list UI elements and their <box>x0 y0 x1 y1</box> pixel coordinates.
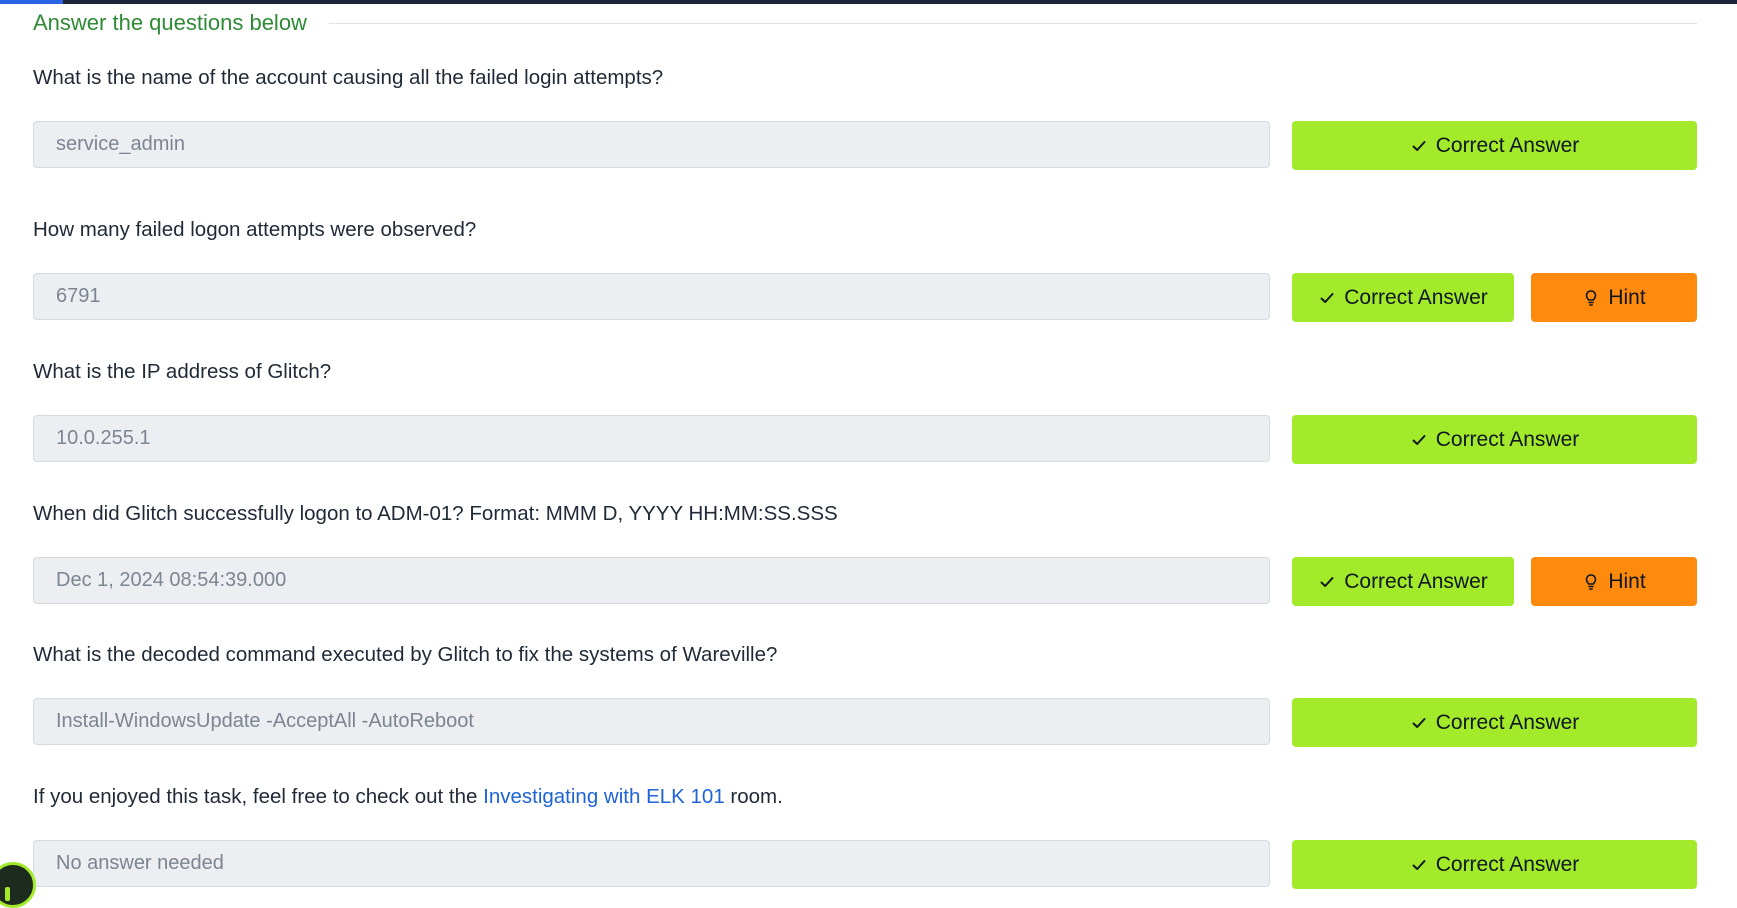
correct-answer-label: Correct Answer <box>1435 133 1580 157</box>
question-text-before: If you enjoyed this task, feel free to c… <box>33 785 484 808</box>
answer-row: Correct Answer <box>33 415 1697 464</box>
question-text: When did Glitch successfully logon to AD… <box>33 502 838 525</box>
floating-badge[interactable] <box>0 862 36 908</box>
top-bar <box>0 0 1737 4</box>
answer-input[interactable] <box>33 840 1270 887</box>
correct-answer-label: Correct Answer <box>1344 285 1488 309</box>
answer-row: Correct Answer <box>33 840 1697 889</box>
investigating-elk-101-link[interactable]: Investigating with ELK 101 <box>483 785 725 808</box>
section-title: Answer the questions below <box>33 10 307 35</box>
progress-bar <box>0 0 63 4</box>
section-header: Answer the questions below <box>33 6 1697 40</box>
check-icon <box>1318 289 1336 307</box>
correct-answer-button[interactable]: Correct Answer <box>1292 557 1514 606</box>
lightbulb-icon <box>1582 573 1600 591</box>
question-text: How many failed logon attempts were obse… <box>33 218 477 241</box>
check-icon <box>1318 573 1336 591</box>
section-divider <box>328 22 1697 24</box>
hint-button[interactable]: Hint <box>1531 273 1697 322</box>
answer-row: Correct Answer <box>33 698 1697 747</box>
answer-input[interactable] <box>33 415 1270 462</box>
question-text-after: room. <box>724 785 783 808</box>
answer-input[interactable] <box>33 121 1270 168</box>
correct-answer-button[interactable]: Correct Answer <box>1292 840 1697 889</box>
hint-label: Hint <box>1608 569 1646 593</box>
correct-answer-button[interactable]: Correct Answer <box>1292 698 1697 747</box>
hint-button[interactable]: Hint <box>1531 557 1697 606</box>
check-icon <box>1410 714 1428 732</box>
check-icon <box>1410 856 1428 874</box>
answer-row: Correct Answer <box>33 121 1697 170</box>
correct-answer-button[interactable]: Correct Answer <box>1292 415 1697 464</box>
answer-input[interactable] <box>33 273 1270 320</box>
question-text: What is the IP address of Glitch? <box>33 360 332 383</box>
badge-icon <box>5 887 10 901</box>
correct-answer-button[interactable]: Correct Answer <box>1292 121 1697 170</box>
question-text: If you enjoyed this task, feel free to c… <box>33 785 783 809</box>
question-text: What is the name of the account causing … <box>33 66 664 89</box>
check-icon <box>1410 137 1428 155</box>
correct-answer-label: Correct Answer <box>1344 569 1488 593</box>
answer-input[interactable] <box>33 557 1270 604</box>
answer-row: Correct Answer Hint <box>33 557 1697 606</box>
check-icon <box>1410 431 1428 449</box>
hint-label: Hint <box>1608 285 1646 309</box>
correct-answer-button[interactable]: Correct Answer <box>1292 273 1514 322</box>
correct-answer-label: Correct Answer <box>1435 710 1580 734</box>
correct-answer-label: Correct Answer <box>1435 427 1580 451</box>
lightbulb-icon <box>1582 289 1600 307</box>
correct-answer-label: Correct Answer <box>1435 852 1580 876</box>
answer-row: Correct Answer Hint <box>33 273 1697 322</box>
question-text: What is the decoded command executed by … <box>33 643 778 666</box>
answer-input[interactable] <box>33 698 1270 745</box>
